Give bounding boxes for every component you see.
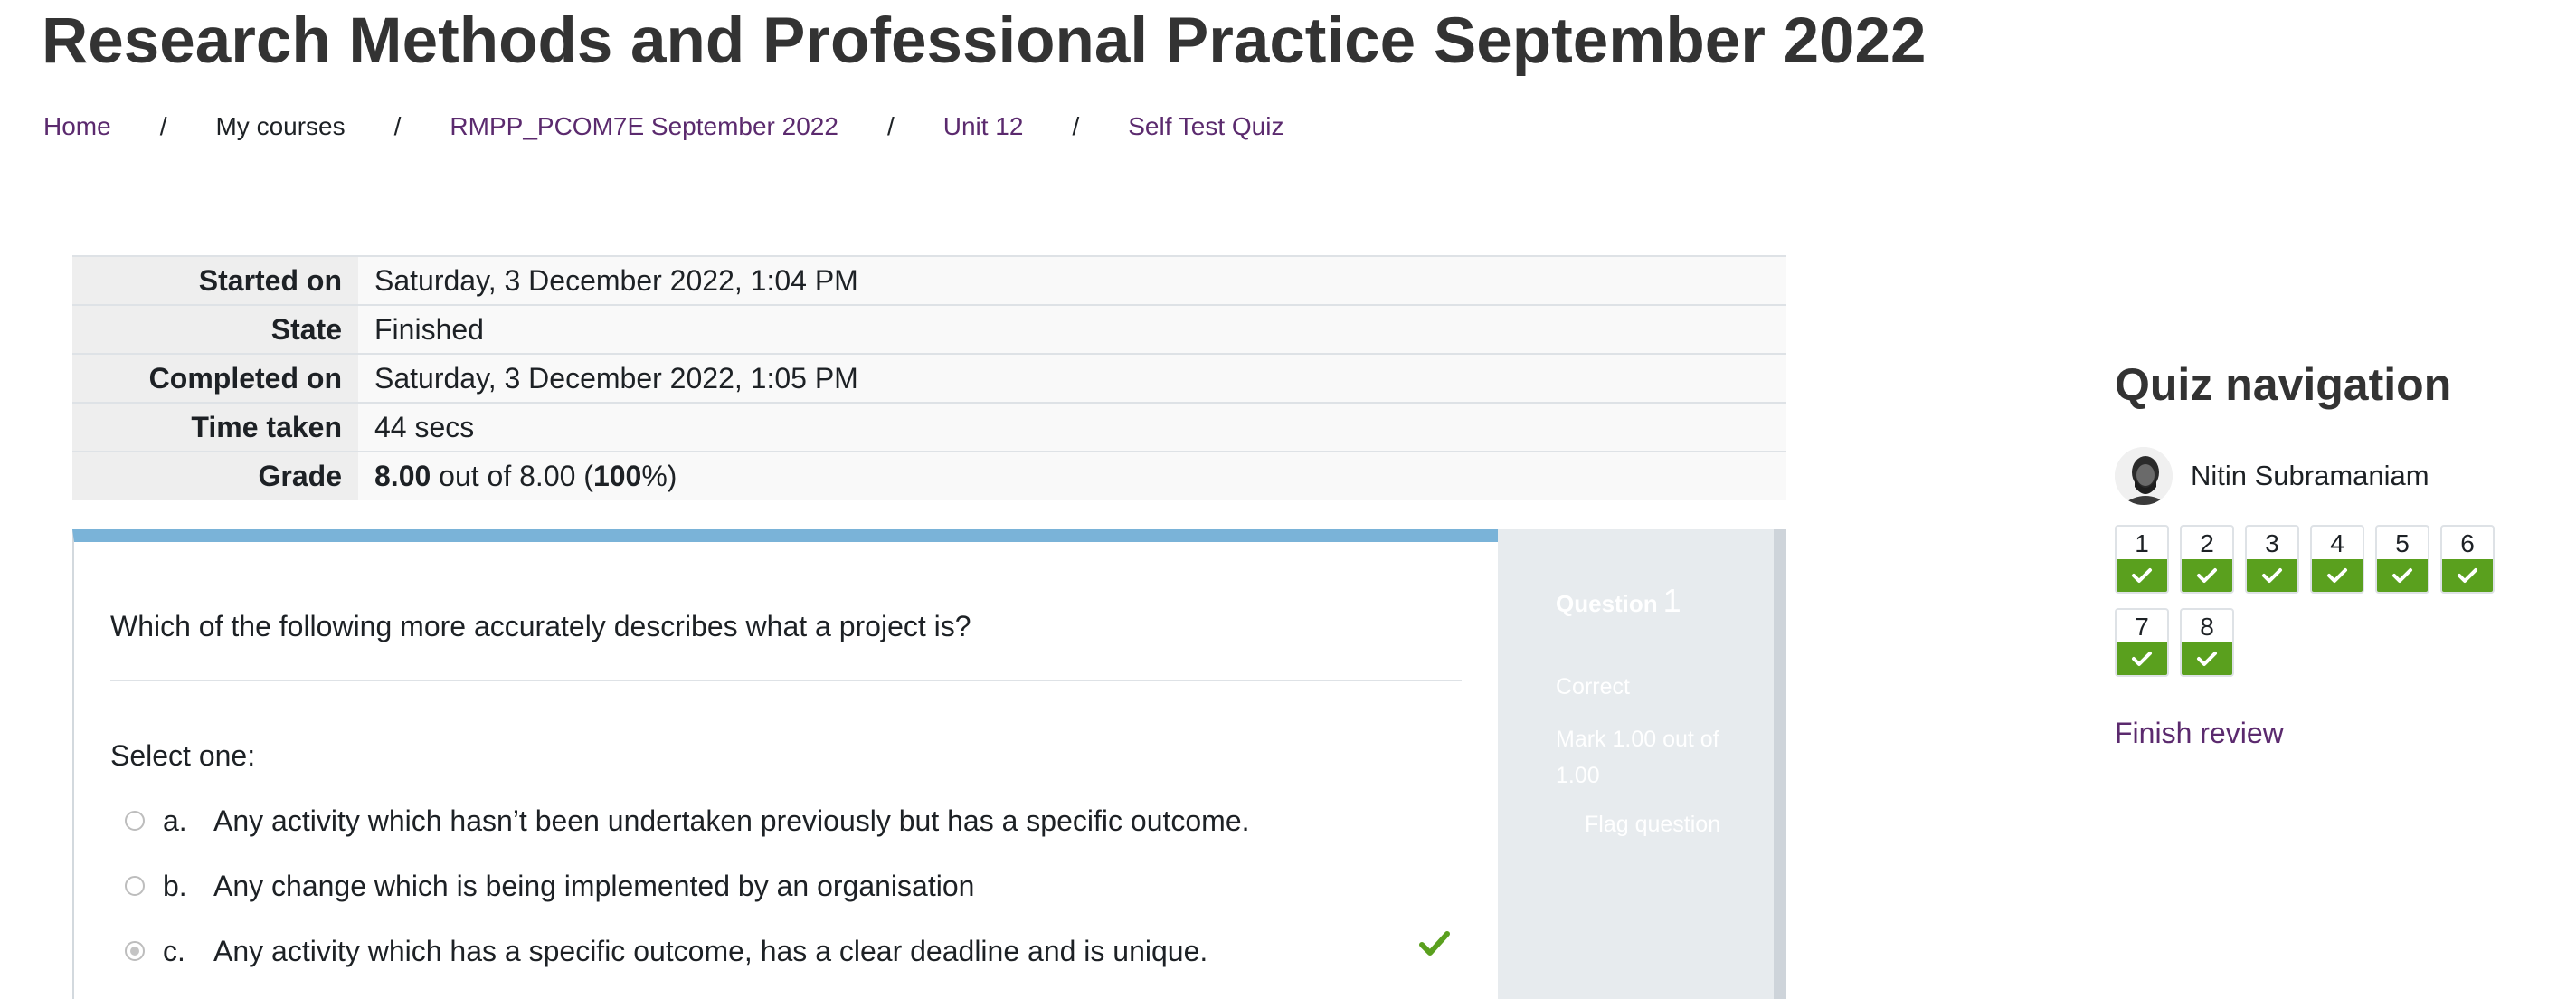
question-content: Which of the following more accurately d… bbox=[72, 529, 1498, 999]
answer-option-b[interactable]: b. Any change which is being implemented… bbox=[125, 866, 974, 906]
flag-question-link[interactable]: Flag question bbox=[1585, 812, 1720, 838]
quiz-nav-number: 3 bbox=[2265, 529, 2279, 557]
user-name[interactable]: Nitin Subramaniam bbox=[2191, 460, 2429, 492]
check-icon bbox=[2132, 652, 2152, 666]
attempt-summary-table: Started on Saturday, 3 December 2022, 1:… bbox=[72, 255, 1786, 500]
quiz-nav-number: 7 bbox=[2135, 613, 2149, 641]
answer-option-c[interactable]: c. Any activity which has a specific out… bbox=[125, 931, 1208, 971]
summary-label: Started on bbox=[72, 255, 358, 305]
breadcrumb-unit[interactable]: Unit 12 bbox=[943, 112, 1024, 141]
grade-out-of: out of 8.00 ( bbox=[431, 460, 593, 492]
summary-value: 8.00 out of 8.00 (100%) bbox=[358, 451, 1786, 500]
answer-text: Any activity which hasn’t been undertake… bbox=[213, 804, 1250, 837]
quiz-nav-button-7[interactable]: 7 bbox=[2115, 608, 2169, 677]
quiz-nav-button-5[interactable]: 5 bbox=[2375, 525, 2429, 594]
answer-text: Any change which is being implemented by… bbox=[213, 869, 975, 902]
answer-option-a[interactable]: a. Any activity which hasn’t been undert… bbox=[125, 801, 1250, 841]
summary-row-grade: Grade 8.00 out of 8.00 (100%) bbox=[72, 451, 1786, 500]
correct-status-bar bbox=[2377, 559, 2428, 592]
quiz-nav-button-6[interactable]: 6 bbox=[2440, 525, 2495, 594]
summary-label: Completed on bbox=[72, 353, 358, 403]
grade-percent: 100 bbox=[592, 460, 642, 492]
quiz-nav-number: 8 bbox=[2200, 613, 2214, 641]
check-icon bbox=[2327, 568, 2347, 583]
breadcrumb-separator: / bbox=[1072, 112, 1080, 140]
correct-status-bar bbox=[2117, 559, 2167, 592]
user-photo-icon bbox=[2115, 447, 2173, 505]
radio-button[interactable] bbox=[125, 811, 145, 831]
summary-row-completed: Completed on Saturday, 3 December 2022, … bbox=[72, 353, 1786, 403]
summary-row-state: State Finished bbox=[72, 304, 1786, 354]
summary-value: Saturday, 3 December 2022, 1:05 PM bbox=[358, 353, 1786, 403]
correct-status-bar bbox=[2182, 559, 2232, 592]
summary-value: 44 secs bbox=[358, 402, 1786, 452]
correct-status-bar bbox=[2312, 559, 2363, 592]
breadcrumb-course[interactable]: RMPP_PCOM7E September 2022 bbox=[450, 112, 838, 141]
answer-prompt: Select one: bbox=[110, 739, 256, 772]
breadcrumb-quiz[interactable]: Self Test Quiz bbox=[1128, 112, 1283, 141]
question-block: Which of the following more accurately d… bbox=[72, 529, 1786, 999]
grade-score: 8.00 bbox=[374, 460, 431, 492]
quiz-nav-button-3[interactable]: 3 bbox=[2245, 525, 2299, 594]
quiz-nav-number: 6 bbox=[2460, 529, 2475, 557]
question-label: Question bbox=[1556, 590, 1658, 617]
answer-text: Any activity which has a specific outcom… bbox=[213, 934, 1208, 967]
check-icon bbox=[2197, 568, 2217, 583]
quiz-nav-number: 5 bbox=[2395, 529, 2410, 557]
question-state: Correct bbox=[1556, 674, 1630, 699]
answer-letter: a. bbox=[163, 804, 187, 837]
question-divider bbox=[110, 680, 1462, 681]
quiz-nav-button-2[interactable]: 2 bbox=[2180, 525, 2234, 594]
question-number: Question 1 bbox=[1556, 582, 1681, 620]
answer-letter: b. bbox=[163, 869, 187, 902]
correct-check-icon bbox=[1419, 931, 1450, 956]
quiz-nav-number: 2 bbox=[2200, 529, 2214, 557]
radio-button[interactable] bbox=[125, 876, 145, 896]
grade-percent-suffix: %) bbox=[641, 460, 677, 492]
breadcrumb-my-courses: My courses bbox=[215, 112, 346, 140]
quiz-nav-button-1[interactable]: 1 bbox=[2115, 525, 2169, 594]
summary-value: Finished bbox=[358, 304, 1786, 354]
summary-label: State bbox=[72, 304, 358, 354]
question-number-value: 1 bbox=[1662, 582, 1681, 619]
question-info-panel: Question 1 Correct Mark 1.00 out of 1.00 … bbox=[1498, 529, 1786, 999]
check-icon bbox=[2392, 568, 2412, 583]
avatar[interactable] bbox=[2115, 447, 2173, 505]
breadcrumb-separator: / bbox=[393, 112, 402, 140]
summary-label: Grade bbox=[72, 451, 358, 500]
check-icon bbox=[2458, 568, 2477, 583]
quiz-nav-button-4[interactable]: 4 bbox=[2310, 525, 2364, 594]
question-text: Which of the following more accurately d… bbox=[110, 610, 971, 642]
check-icon bbox=[2197, 652, 2217, 666]
summary-value: Saturday, 3 December 2022, 1:04 PM bbox=[358, 255, 1786, 305]
correct-status-bar bbox=[2182, 642, 2232, 675]
summary-label: Time taken bbox=[72, 402, 358, 452]
user-info: Nitin Subramaniam bbox=[2115, 447, 2429, 505]
page-title: Research Methods and Professional Practi… bbox=[42, 5, 1927, 77]
quiz-review-page: Research Methods and Professional Practi… bbox=[0, 0, 2576, 999]
summary-row-time-taken: Time taken 44 secs bbox=[72, 402, 1786, 452]
correct-status-bar bbox=[2247, 559, 2297, 592]
breadcrumb: Home / My courses / RMPP_PCOM7E Septembe… bbox=[43, 110, 1283, 143]
question-grade: Mark 1.00 out of 1.00 bbox=[1556, 727, 1719, 788]
finish-review-link[interactable]: Finish review bbox=[2115, 717, 2284, 750]
radio-button-selected[interactable] bbox=[125, 941, 145, 961]
breadcrumb-home[interactable]: Home bbox=[43, 112, 111, 141]
quiz-nav-number: 1 bbox=[2135, 529, 2149, 557]
correct-status-bar bbox=[2442, 559, 2493, 592]
correct-status-bar bbox=[2117, 642, 2167, 675]
quiz-nav-button-8[interactable]: 8 bbox=[2180, 608, 2234, 677]
answer-letter: c. bbox=[163, 934, 185, 967]
quiz-nav-number: 4 bbox=[2330, 529, 2344, 557]
quiz-navigation-title: Quiz navigation bbox=[2115, 359, 2452, 410]
check-icon bbox=[2132, 568, 2152, 583]
summary-row-started: Started on Saturday, 3 December 2022, 1:… bbox=[72, 255, 1786, 305]
check-icon bbox=[2262, 568, 2282, 583]
breadcrumb-separator: / bbox=[886, 112, 895, 140]
breadcrumb-separator: / bbox=[159, 112, 167, 140]
